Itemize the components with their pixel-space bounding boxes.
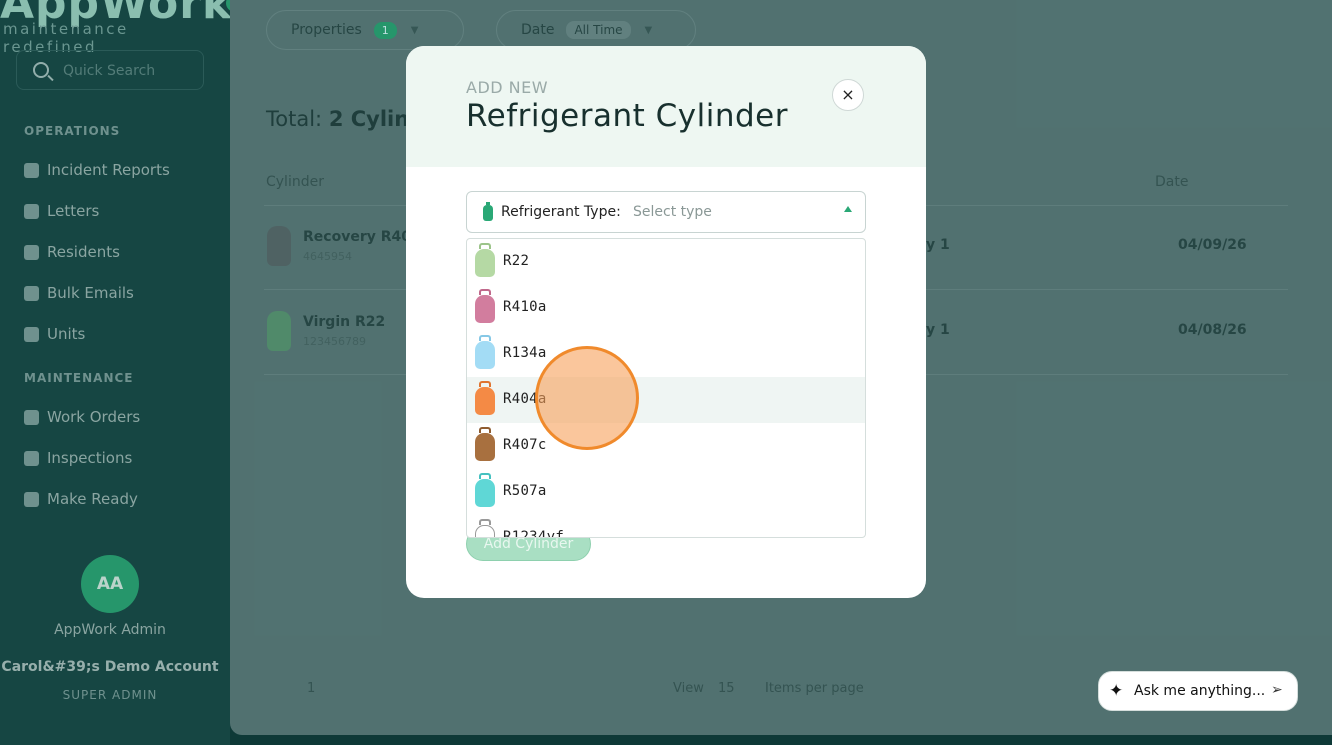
option-r507a[interactable]: R507a [467, 469, 865, 515]
select-placeholder: Select type [633, 204, 712, 220]
assistant-placeholder: Ask me anything... [1134, 683, 1266, 699]
option-label: R407c [503, 437, 547, 453]
option-r1234yf[interactable]: R1234yf [467, 515, 865, 538]
caret-up-icon [844, 206, 852, 212]
refrigerant-options-list[interactable]: R22 R410a R134a R404a R407c R507a R1234yf [466, 238, 866, 538]
modal-eyebrow: ADD NEW [466, 78, 549, 97]
sparkle-icon: ✦ [1109, 681, 1124, 701]
option-label: R134a [503, 345, 547, 361]
option-label: R1234yf [503, 529, 565, 538]
option-label: R410a [503, 299, 547, 315]
assistant-input[interactable]: ✦ Ask me anything... ➢ [1098, 671, 1298, 711]
cylinder-icon [475, 479, 495, 507]
option-r404a[interactable]: R404a [467, 377, 865, 423]
option-r410a[interactable]: R410a [467, 285, 865, 331]
send-icon[interactable]: ➢ [1271, 682, 1283, 698]
click-indicator [535, 346, 639, 450]
cylinder-icon [475, 387, 495, 415]
cylinder-icon [483, 202, 493, 221]
cylinder-icon [475, 249, 495, 277]
cylinder-icon [475, 525, 495, 537]
select-label: Refrigerant Type: [501, 204, 621, 220]
option-r407c[interactable]: R407c [467, 423, 865, 469]
option-label: R507a [503, 483, 547, 499]
option-r134a[interactable]: R134a [467, 331, 865, 377]
refrigerant-type-select[interactable]: Refrigerant Type: Select type [466, 191, 866, 233]
cylinder-icon [475, 341, 495, 369]
cylinder-icon [475, 433, 495, 461]
cylinder-icon [475, 295, 495, 323]
modal-title: Refrigerant Cylinder [466, 98, 788, 134]
option-label: R22 [503, 253, 530, 269]
close-button[interactable]: × [832, 79, 864, 111]
option-r22[interactable]: R22 [467, 239, 865, 285]
